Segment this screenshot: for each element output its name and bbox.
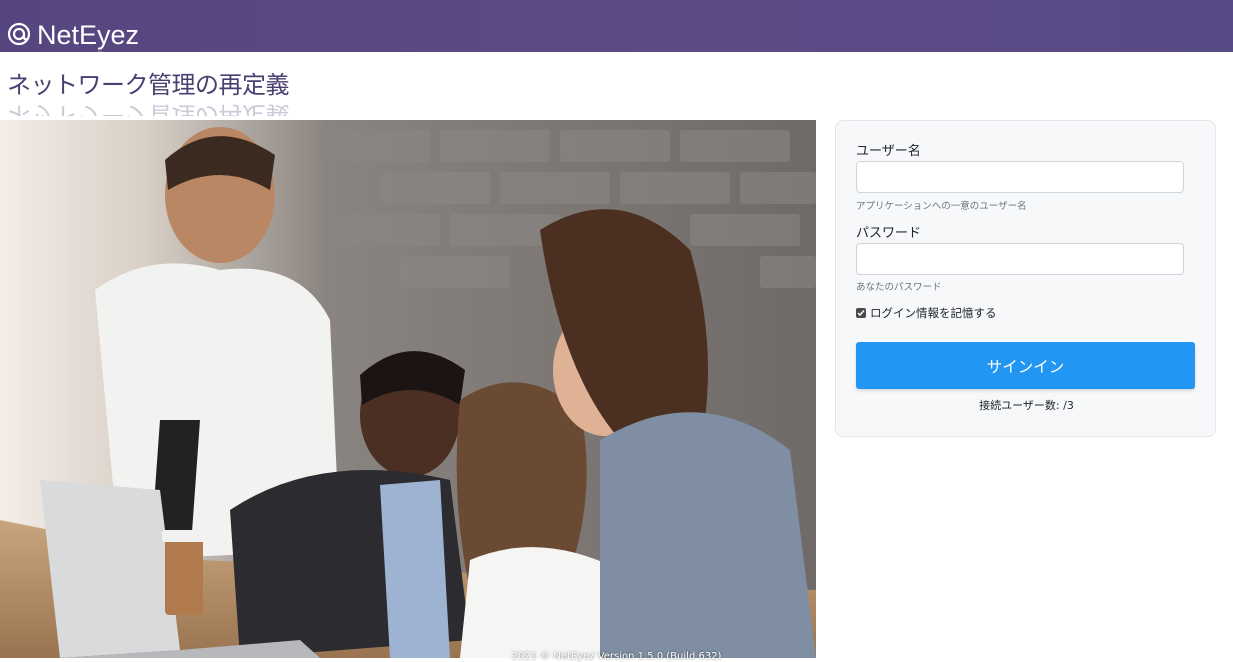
footer-version: 2021 © NetEyez Version 1.5.0 (Build 632) [511,651,722,662]
brand-name-reflection-text: NetEyez [37,50,140,70]
username-label: ユーザー名 [856,144,921,159]
connected-users-text: 接続ユーザー数: /3 [979,399,1074,412]
hero-image [0,120,816,658]
remember-checkbox[interactable] [856,308,866,318]
username-help-text: アプリケーションへの一意のユーザー名 [856,201,1027,212]
signin-button[interactable]: サインイン [856,342,1195,389]
at-swirl-icon [7,22,31,46]
remember-label: ログイン情報を記憶する [870,306,997,320]
brand-name-reflection: NetEyez [37,48,139,70]
headline-area: ネットワーク管理の再定義 ネットワーク管理の再定義 [7,68,290,116]
page-headline: ネットワーク管理の再定義 [7,71,290,99]
password-input[interactable] [856,243,1184,275]
top-bar: NetEyez NetEyez [0,0,1233,70]
password-help-text: あなたのパスワード [856,282,942,293]
headline-reflection-text: ネットワーク管理の再定義 [7,101,289,116]
checkmark-icon [857,310,865,317]
login-form: ユーザー名 アプリケーションへの一意のユーザー名 パスワード あなたのパスワード… [835,120,1216,437]
username-input[interactable] [856,161,1184,193]
team-photo-illustration [0,120,816,658]
brand-name: NetEyez [37,20,140,50]
headline-reflection: ネットワーク管理の再定義 [7,98,289,116]
remember-me[interactable]: ログイン情報を記憶する [856,305,997,321]
password-label: パスワード [856,226,922,241]
